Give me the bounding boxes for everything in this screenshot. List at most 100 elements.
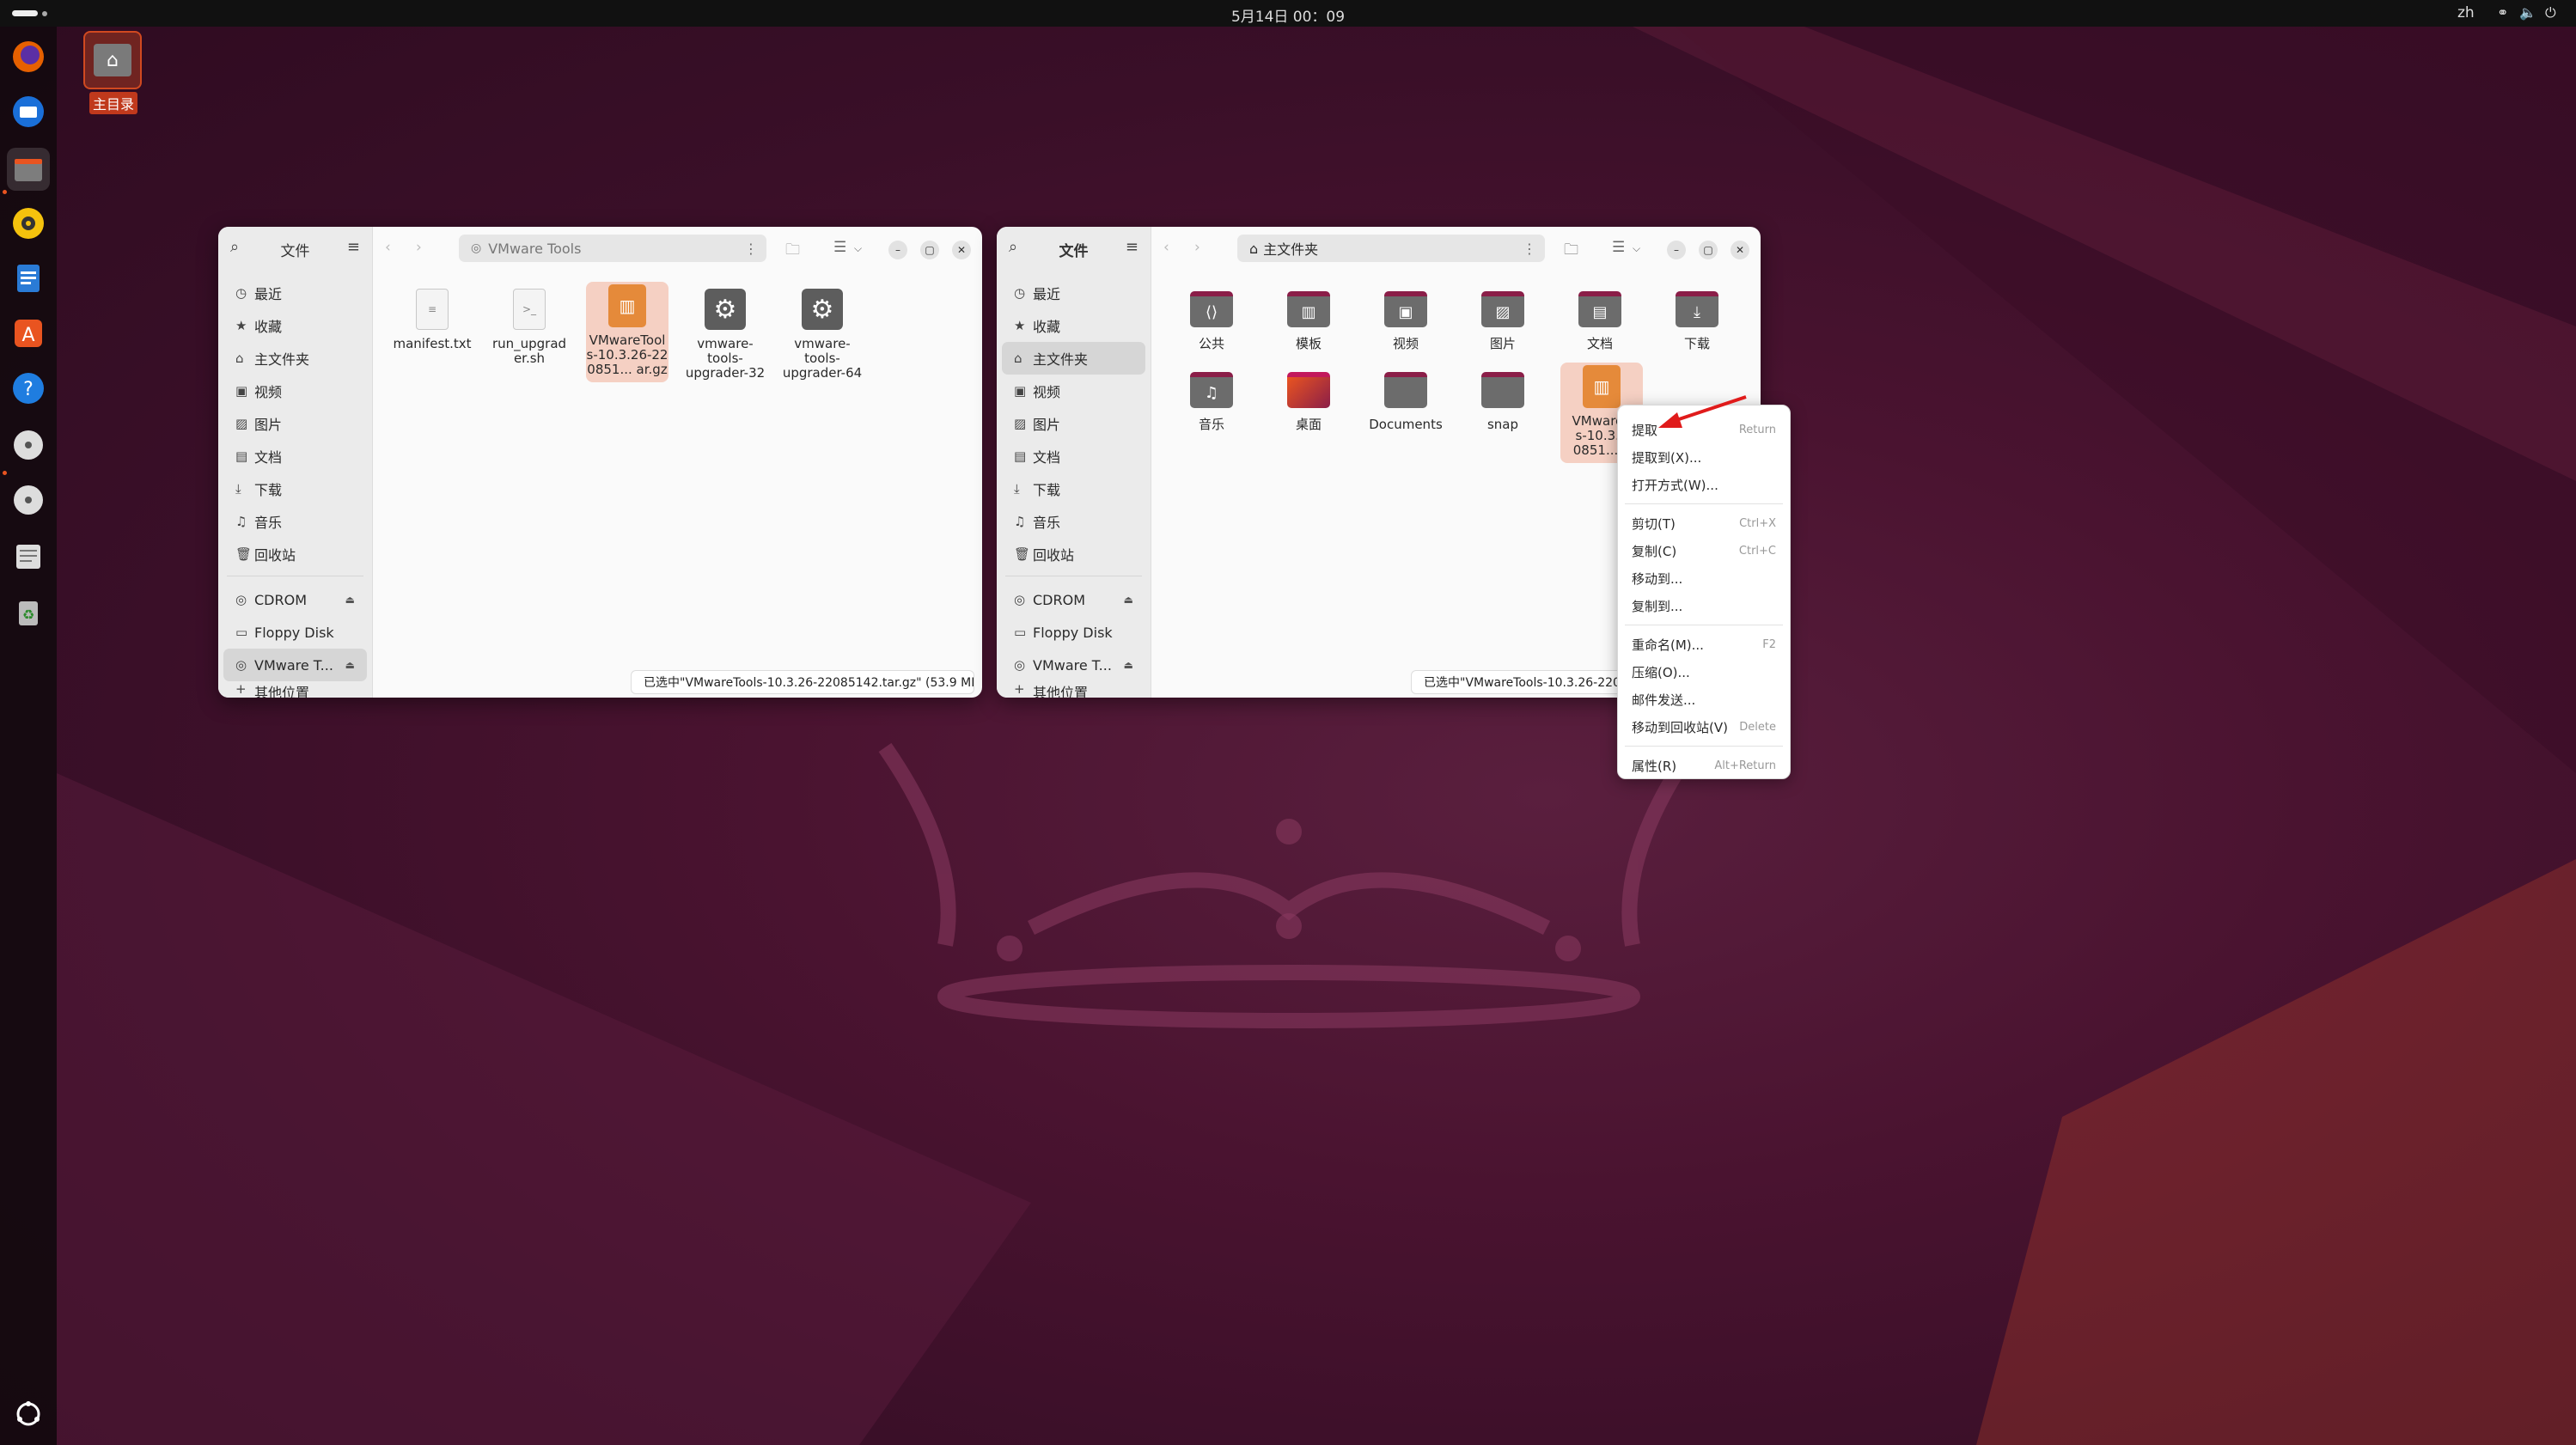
folder-item-documents[interactable]: ▤ 文档: [1557, 287, 1643, 351]
sidebar-item-cdrom[interactable]: ◎ CDROM ⏏: [223, 583, 367, 616]
sidebar-item-videos[interactable]: ▣ 视频: [223, 375, 367, 407]
network-icon[interactable]: ⚭: [2497, 4, 2508, 21]
menu-item-cut[interactable]: 剪切(T) Ctrl+X: [1618, 509, 1790, 537]
menu-icon[interactable]: ≡: [1126, 238, 1138, 256]
files-icon[interactable]: [7, 148, 50, 191]
menu-item-move-to-trash[interactable]: 移动到回收站(V) Delete: [1618, 713, 1790, 741]
new-folder-icon[interactable]: 🗀: [1564, 239, 1578, 264]
path-menu-icon[interactable]: ⋮: [1523, 241, 1536, 257]
close-button[interactable]: ✕: [952, 241, 971, 259]
maximize-button[interactable]: ▢: [1699, 241, 1718, 259]
input-language-indicator[interactable]: zh: [2457, 4, 2475, 21]
file-item[interactable]: ⚙ vmware- tools- upgrader-32: [682, 287, 768, 381]
path-bar[interactable]: ⌂ 主文件夹 ⋮: [1237, 235, 1545, 262]
forward-icon[interactable]: ›: [416, 239, 422, 256]
sidebar-item-floppy[interactable]: ▭ Floppy Disk: [223, 616, 367, 649]
sidebar-item-vmware-tools[interactable]: ◎ VMware T... ⏏: [1002, 649, 1145, 681]
menu-item-copy-to[interactable]: 复制到...: [1618, 592, 1790, 619]
sidebar-item-starred[interactable]: ★ 收藏: [1002, 309, 1145, 342]
sidebar-item-music[interactable]: ♫ 音乐: [1002, 505, 1145, 538]
menu-icon[interactable]: ≡: [347, 238, 360, 256]
menu-item-open-with[interactable]: 打开方式(W)...: [1618, 471, 1790, 498]
folder-item-desktop[interactable]: 桌面: [1266, 368, 1352, 432]
minimize-button[interactable]: –: [888, 241, 907, 259]
volume-icon[interactable]: 🔈: [2519, 4, 2536, 21]
folder-item-videos[interactable]: ▣ 视频: [1363, 287, 1449, 351]
status-bar: 已选中"VMwareTools-10.3.26-22085142.tar.gz"…: [631, 670, 974, 694]
firefox-icon[interactable]: [7, 35, 50, 78]
cdrom-icon[interactable]: [7, 479, 50, 521]
folder-item-music[interactable]: ♫ 音乐: [1169, 368, 1254, 432]
eject-icon[interactable]: ⏏: [1124, 659, 1133, 671]
menu-item-copy[interactable]: 复制(C) Ctrl+C: [1618, 537, 1790, 564]
menu-item-compress[interactable]: 压缩(O)...: [1618, 658, 1790, 686]
minimize-button[interactable]: –: [1667, 241, 1686, 259]
sidebar-item-downloads[interactable]: ⤓ 下载: [1002, 473, 1145, 505]
menu-item-move-to[interactable]: 移动到...: [1618, 564, 1790, 592]
thunderbird-icon[interactable]: [7, 90, 50, 133]
chevron-down-icon[interactable]: ⌵: [854, 242, 862, 255]
power-icon[interactable]: ⏻: [2545, 4, 2556, 21]
folder-item-snap[interactable]: snap: [1460, 368, 1546, 432]
menu-item-properties[interactable]: 属性(R) Alt+Return: [1618, 752, 1790, 779]
new-folder-icon[interactable]: 🗀: [785, 239, 800, 264]
writer-icon[interactable]: [7, 257, 50, 300]
sidebar-item-floppy[interactable]: ▭ Floppy Disk: [1002, 616, 1145, 649]
back-icon[interactable]: ‹: [385, 239, 391, 256]
sidebar-item-videos[interactable]: ▣ 视频: [1002, 375, 1145, 407]
folder-item-downloads[interactable]: ⤓ 下载: [1654, 287, 1740, 351]
sidebar-item-documents[interactable]: ▤ 文档: [1002, 440, 1145, 473]
menu-item-send-by-email[interactable]: 邮件发送...: [1618, 686, 1790, 713]
sidebar-item-starred[interactable]: ★ 收藏: [223, 309, 367, 342]
show-apps-icon[interactable]: [7, 1393, 50, 1436]
folder-item-public[interactable]: ⟨⟩ 公共: [1169, 287, 1254, 351]
folder-item-documents-en[interactable]: Documents: [1363, 368, 1449, 432]
file-item[interactable]: ⚙ vmware- tools- upgrader-64: [779, 287, 865, 381]
eject-icon[interactable]: ⏏: [345, 659, 355, 671]
sidebar-item-home[interactable]: ⌂ 主文件夹: [223, 342, 367, 375]
folder-item-templates[interactable]: ▥ 模板: [1266, 287, 1352, 351]
app-center-icon[interactable]: A: [7, 312, 50, 355]
eject-icon[interactable]: ⏏: [1124, 594, 1133, 606]
menu-item-extract-to[interactable]: 提取到(X)...: [1618, 443, 1790, 471]
close-button[interactable]: ✕: [1731, 241, 1749, 259]
cdrom-icon[interactable]: [7, 424, 50, 466]
file-item-selected[interactable]: ▥ VMwareTool s-10.3.26-22 0851... ar.gz: [586, 282, 668, 382]
maximize-button[interactable]: ▢: [920, 241, 939, 259]
menu-item-rename[interactable]: 重命名(M)... F2: [1618, 631, 1790, 658]
sidebar-item-home[interactable]: ⌂ 主文件夹: [1002, 342, 1145, 375]
trash-icon[interactable]: ♻: [7, 590, 50, 633]
sidebar-item-vmware-tools[interactable]: ◎ VMware T... ⏏: [223, 649, 367, 681]
help-icon[interactable]: ?: [7, 367, 50, 410]
view-list-icon[interactable]: ☰: [1612, 239, 1625, 256]
sidebar-item-trash[interactable]: 🗑 回收站: [223, 538, 367, 570]
desktop-home-icon[interactable]: ⌂ 主目录: [83, 31, 143, 114]
forward-icon[interactable]: ›: [1194, 239, 1200, 256]
chevron-down-icon[interactable]: ⌵: [1633, 242, 1640, 255]
view-list-icon[interactable]: ☰: [833, 239, 846, 256]
rhythmbox-icon[interactable]: [7, 202, 50, 245]
folder-item-pictures[interactable]: ▨ 图片: [1460, 287, 1546, 351]
text-editor-icon[interactable]: [7, 535, 50, 578]
drive-icon: ▭: [235, 625, 248, 640]
path-menu-icon[interactable]: ⋮: [744, 241, 758, 257]
path-bar[interactable]: ◎ VMware Tools ⋮: [459, 235, 766, 262]
home-icon: ⌂: [1014, 351, 1022, 366]
sidebar-item-recent[interactable]: ◷ 最近: [1002, 277, 1145, 309]
file-item[interactable]: ≡ manifest.txt: [389, 287, 475, 351]
sidebar-item-recent[interactable]: ◷ 最近: [223, 277, 367, 309]
sidebar-item-music[interactable]: ♫ 音乐: [223, 505, 367, 538]
sidebar-item-downloads[interactable]: ⤓ 下载: [223, 473, 367, 505]
eject-icon[interactable]: ⏏: [345, 594, 355, 606]
sidebar-item-pictures[interactable]: ▨ 图片: [223, 407, 367, 440]
sidebar-item-cdrom[interactable]: ◎ CDROM ⏏: [1002, 583, 1145, 616]
back-icon[interactable]: ‹: [1163, 239, 1169, 256]
sidebar-item-pictures[interactable]: ▨ 图片: [1002, 407, 1145, 440]
sidebar-item-trash[interactable]: 🗑 回收站: [1002, 538, 1145, 570]
file-item[interactable]: >_ run_upgrad er.sh: [486, 287, 572, 366]
sidebar-item-documents[interactable]: ▤ 文档: [223, 440, 367, 473]
clock[interactable]: 5月14日 00：09: [0, 4, 2576, 26]
sidebar-item-other-locations[interactable]: + 其他位置: [223, 681, 367, 698]
document-folder-icon: ▤: [1578, 291, 1621, 327]
sidebar-item-other-locations[interactable]: + 其他位置: [1002, 681, 1145, 698]
